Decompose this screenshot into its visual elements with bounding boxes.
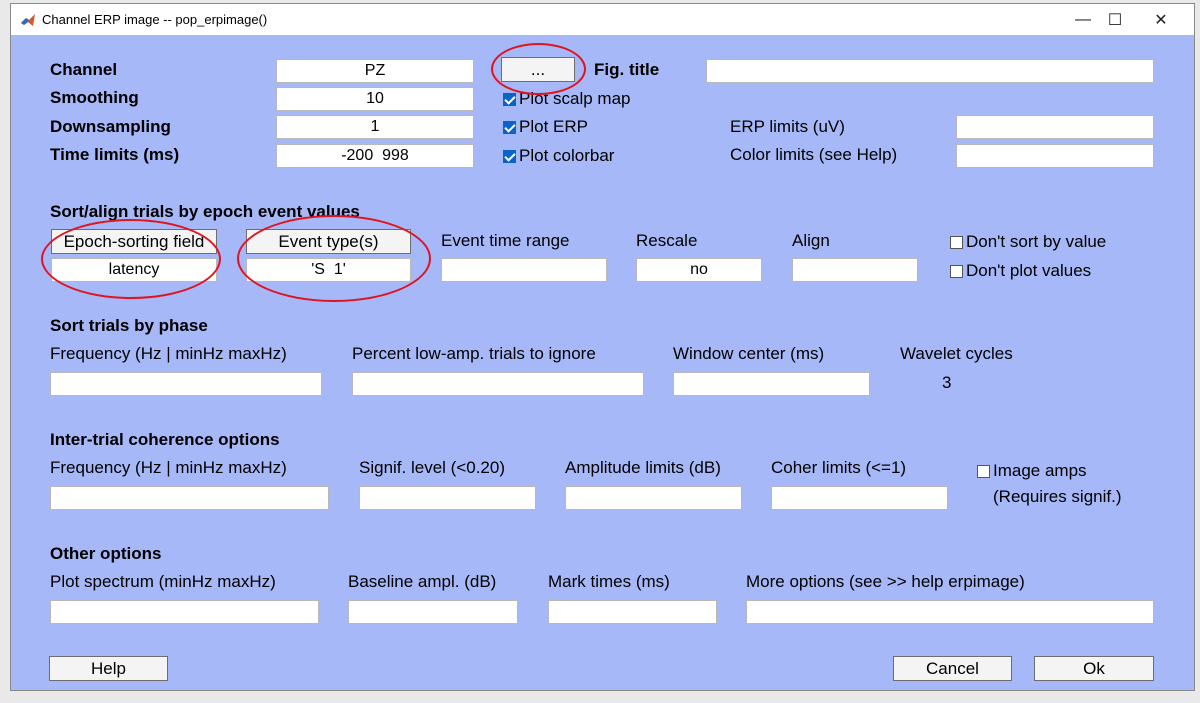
erp-limits-label: ERP limits (uV) — [730, 117, 845, 136]
window-center-label: Window center (ms) — [673, 344, 825, 363]
event-types-button[interactable]: Event type(s) — [246, 229, 411, 254]
signif-level-input[interactable] — [359, 486, 536, 510]
color-limits-label: Color limits (see Help) — [730, 145, 898, 164]
percent-low-amp-input[interactable] — [352, 372, 644, 396]
help-button[interactable]: Help — [49, 656, 168, 681]
checkbox-unchecked-icon — [950, 235, 963, 249]
more-options-input[interactable] — [746, 600, 1154, 624]
phase-frequency-label: Frequency (Hz | minHz maxHz) — [50, 344, 287, 363]
erp-limits-input[interactable] — [956, 115, 1154, 139]
event-time-range-label: Event time range — [441, 231, 570, 250]
signif-level-label: Signif. level (<0.20) — [359, 458, 505, 477]
requires-signif-note: (Requires signif.) — [993, 487, 1122, 506]
downsampling-input[interactable] — [276, 115, 474, 139]
maximize-icon: ☐ — [1107, 12, 1123, 29]
color-limits-input[interactable] — [956, 144, 1154, 168]
plot-colorbar-label: Plot colorbar — [519, 146, 615, 165]
time-limits-label: Time limits (ms) — [50, 145, 180, 164]
phase-frequency-input[interactable] — [50, 372, 322, 396]
image-amps-checkbox[interactable]: Image amps — [977, 461, 1087, 481]
rescale-label: Rescale — [636, 231, 698, 250]
minimize-icon: — — [1075, 11, 1091, 28]
checkbox-checked-icon — [503, 92, 516, 106]
fig-title-input[interactable] — [706, 59, 1154, 83]
wavelet-cycles-label: Wavelet cycles — [900, 344, 1013, 363]
title-bar: Channel ERP image -- pop_erpimage() — ☐ … — [11, 4, 1194, 35]
checkbox-unchecked-icon — [950, 264, 963, 278]
plot-erp-checkbox[interactable]: Plot ERP — [503, 117, 588, 137]
matlab-logo-icon — [21, 14, 35, 26]
close-icon: ✕ — [1154, 12, 1168, 29]
cancel-button[interactable]: Cancel — [893, 656, 1012, 681]
checkbox-unchecked-icon — [977, 464, 990, 478]
plot-scalp-map-checkbox[interactable]: Plot scalp map — [503, 89, 631, 109]
downsampling-label: Downsampling — [50, 117, 171, 136]
time-limits-input[interactable] — [276, 144, 474, 168]
plot-erp-label: Plot ERP — [519, 117, 588, 136]
browse-channel-button[interactable]: ... — [501, 57, 575, 82]
maximize-button[interactable]: ☐ — [1093, 8, 1137, 32]
coher-limits-label: Coher limits (<=1) — [771, 458, 907, 477]
event-types-input[interactable] — [246, 258, 411, 282]
window-title: Channel ERP image -- pop_erpimage() — [42, 12, 268, 27]
plot-spectrum-input[interactable] — [50, 600, 319, 624]
other-options-header: Other options — [50, 544, 162, 563]
ok-button[interactable]: Ok — [1034, 656, 1154, 681]
window-center-input[interactable] — [673, 372, 870, 396]
itc-frequency-input[interactable] — [50, 486, 329, 510]
smoothing-label: Smoothing — [50, 88, 139, 107]
plot-colorbar-checkbox[interactable]: Plot colorbar — [503, 146, 614, 166]
dont-sort-by-value-checkbox[interactable]: Don't sort by value — [950, 232, 1106, 252]
itc-frequency-label: Frequency (Hz | minHz maxHz) — [50, 458, 287, 477]
dont-plot-label: Don't plot values — [966, 261, 1092, 280]
phase-header: Sort trials by phase — [50, 316, 208, 335]
coher-limits-input[interactable] — [771, 486, 948, 510]
amplitude-limits-label: Amplitude limits (dB) — [565, 458, 721, 477]
align-input[interactable] — [792, 258, 918, 282]
more-options-label: More options (see >> help erpimage) — [746, 572, 1025, 591]
rescale-input[interactable] — [636, 258, 762, 282]
plot-spectrum-label: Plot spectrum (minHz maxHz) — [50, 572, 276, 591]
dialog-body: Channel ... Fig. title Smoothing Plot sc… — [11, 35, 1194, 690]
event-time-range-input[interactable] — [441, 258, 607, 282]
itc-header: Inter-trial coherence options — [50, 430, 280, 449]
fig-title-label: Fig. title — [594, 60, 660, 79]
epoch-sorting-field-button[interactable]: Epoch-sorting field — [51, 229, 217, 254]
sort-align-header: Sort/align trials by epoch event values — [50, 202, 360, 221]
dialog-window: Channel ERP image -- pop_erpimage() — ☐ … — [10, 3, 1195, 691]
percent-low-amp-label: Percent low-amp. trials to ignore — [352, 344, 596, 363]
dont-sort-label: Don't sort by value — [966, 232, 1107, 251]
close-button[interactable]: ✕ — [1139, 8, 1183, 32]
baseline-ampl-label: Baseline ampl. (dB) — [348, 572, 497, 591]
mark-times-label: Mark times (ms) — [548, 572, 670, 591]
image-amps-label: Image amps — [993, 461, 1087, 480]
channel-input[interactable] — [276, 59, 474, 83]
wavelet-cycles-value: 3 — [942, 373, 952, 392]
epoch-sorting-field-input[interactable] — [51, 258, 217, 282]
mark-times-input[interactable] — [548, 600, 717, 624]
checkbox-checked-icon — [503, 149, 516, 163]
baseline-ampl-input[interactable] — [348, 600, 518, 624]
plot-scalp-map-label: Plot scalp map — [519, 89, 631, 108]
align-label: Align — [792, 231, 830, 250]
checkbox-checked-icon — [503, 120, 516, 134]
smoothing-input[interactable] — [276, 87, 474, 111]
amplitude-limits-input[interactable] — [565, 486, 742, 510]
dont-plot-values-checkbox[interactable]: Don't plot values — [950, 261, 1091, 281]
channel-label: Channel — [50, 60, 118, 79]
